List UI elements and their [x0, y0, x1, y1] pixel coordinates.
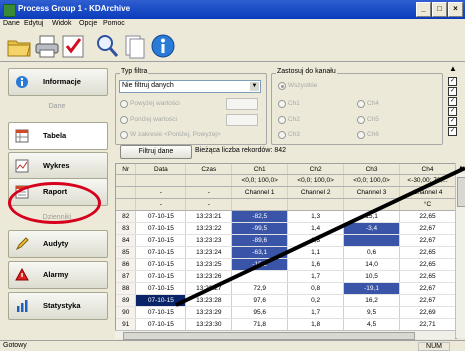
annotation-line [175, 166, 465, 307]
annotation-stroke [175, 166, 465, 307]
